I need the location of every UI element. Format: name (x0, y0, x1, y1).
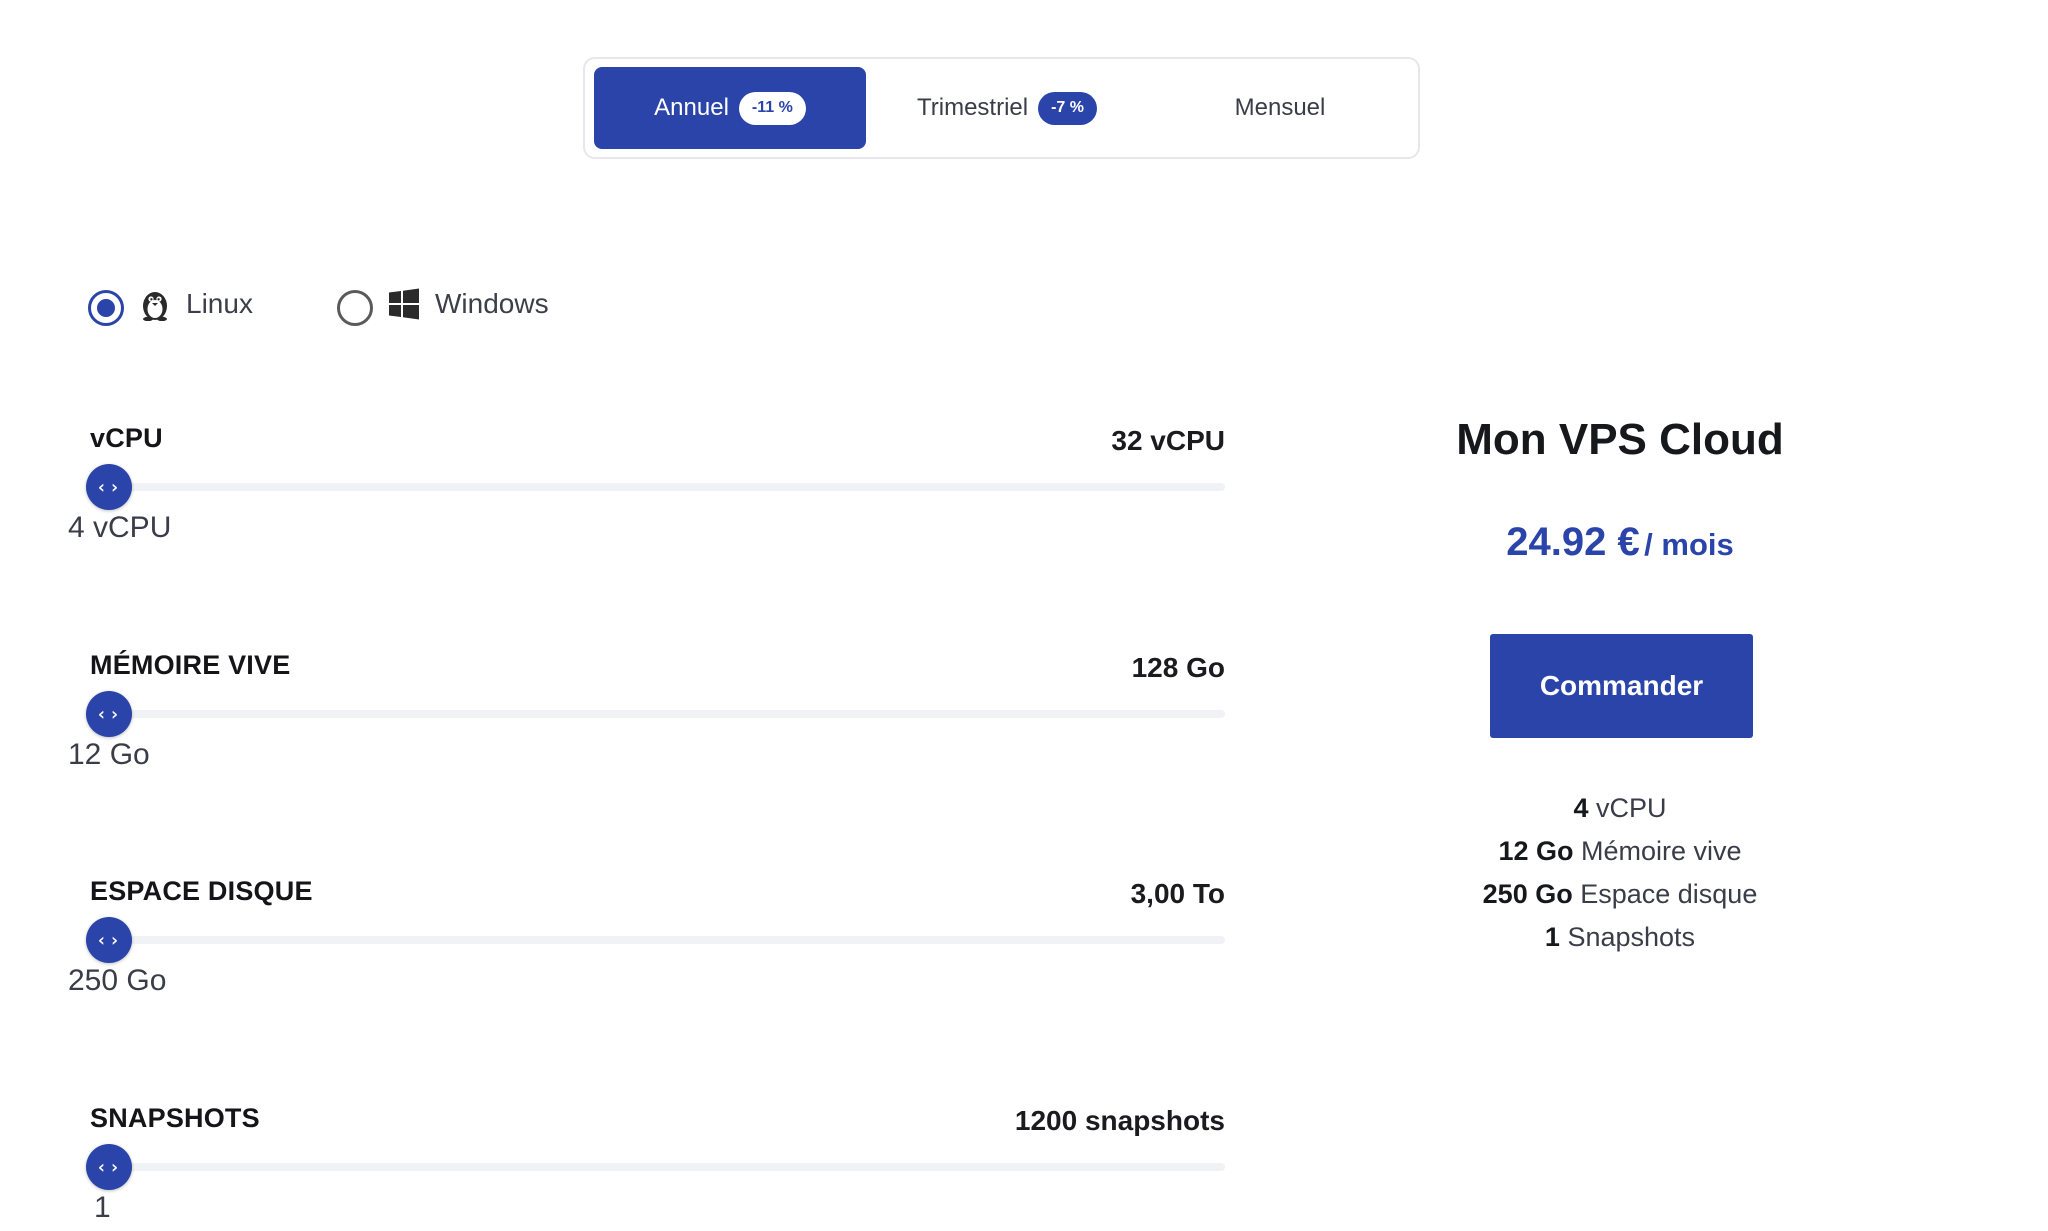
slider-max-label: 128 Go (1131, 652, 1225, 683)
tab-quarterly[interactable]: Trimestriel -7 % (871, 67, 1143, 149)
slider-track[interactable] (108, 936, 1225, 944)
slider-max-label: 32 vCPU (1111, 425, 1225, 456)
slider-title: vCPU (90, 423, 163, 453)
slider-current-value: 250 Go (68, 964, 167, 997)
windows-label: Windows (435, 288, 549, 319)
quarterly-discount-badge: -7 % (1038, 91, 1097, 125)
slider-thumb[interactable]: ‹› (86, 691, 132, 737)
summary-price: 24.92 € / mois (1420, 520, 1820, 565)
tab-monthly[interactable]: Mensuel (1148, 67, 1412, 149)
slider-title: ESPACE DISQUE (90, 876, 313, 906)
spec-label: Espace disque (1580, 879, 1758, 909)
annual-discount-badge: -11 % (738, 91, 806, 125)
spec-list: 4 vCPU 12 Go Mémoire vive 250 Go Espace … (1420, 787, 1820, 959)
windows-icon (389, 288, 419, 320)
windows-radio[interactable] (337, 290, 373, 326)
slider-current-value: 12 Go (68, 738, 150, 771)
slider-track[interactable] (108, 483, 1225, 491)
disk-slider: ESPACE DISQUE 3,00 To ‹› 250 Go (0, 876, 1240, 1036)
slider-thumb[interactable]: ‹› (86, 917, 132, 963)
memory-slider: MÉMOIRE VIVE 128 Go ‹› 12 Go (0, 650, 1240, 810)
linux-radio[interactable] (88, 290, 124, 326)
price-period: / mois (1644, 527, 1734, 562)
spec-item: 4 vCPU (1420, 787, 1820, 830)
linux-penguin-icon (143, 292, 167, 321)
summary-title: Mon VPS Cloud (1456, 415, 1784, 464)
slider-title: MÉMOIRE VIVE (90, 650, 291, 680)
spec-item: 1 Snapshots (1420, 916, 1820, 959)
slider-current-value: 1 (94, 1191, 111, 1224)
tab-quarterly-label: Trimestriel (916, 94, 1029, 121)
os-option-linux[interactable]: Linux (88, 282, 253, 326)
slider-title: SNAPSHOTS (90, 1103, 260, 1133)
tab-annual[interactable]: Annuel -11 % (594, 67, 866, 149)
slider-track[interactable] (108, 710, 1225, 718)
slider-thumb[interactable]: ‹› (86, 464, 132, 510)
price-amount: 24.92 € (1506, 520, 1640, 564)
order-button[interactable]: Commander (1490, 634, 1753, 738)
spec-value: 4 (1573, 793, 1589, 823)
tab-monthly-label: Mensuel (1234, 94, 1326, 121)
vcpu-slider: vCPU 32 vCPU ‹› 4 vCPU (0, 423, 1240, 583)
slider-max-label: 1200 snapshots (1014, 1105, 1225, 1136)
slider-track[interactable] (108, 1163, 1225, 1171)
slider-thumb[interactable]: ‹› (86, 1144, 132, 1190)
spec-label: Snapshots (1567, 922, 1696, 952)
spec-value: 12 Go (1498, 836, 1574, 866)
slider-max-label: 3,00 To (1130, 878, 1225, 909)
tab-annual-label: Annuel (654, 94, 729, 121)
spec-value: 1 (1544, 922, 1560, 952)
linux-label: Linux (186, 288, 253, 319)
spec-item: 12 Go Mémoire vive (1420, 830, 1820, 873)
vps-configurator: Annuel -11 % Trimestriel -7 % Mensuel Li… (0, 0, 2048, 1231)
slider-current-value: 4 vCPU (68, 511, 172, 544)
snapshots-slider: SNAPSHOTS 1200 snapshots ‹› 1 (0, 1103, 1240, 1231)
spec-label: Mémoire vive (1581, 836, 1742, 866)
spec-label: vCPU (1596, 793, 1667, 823)
billing-period-toggle: Annuel -11 % Trimestriel -7 % Mensuel (583, 57, 1420, 159)
spec-item: 250 Go Espace disque (1420, 873, 1820, 916)
spec-value: 250 Go (1482, 879, 1573, 909)
os-option-windows[interactable]: Windows (337, 282, 549, 326)
